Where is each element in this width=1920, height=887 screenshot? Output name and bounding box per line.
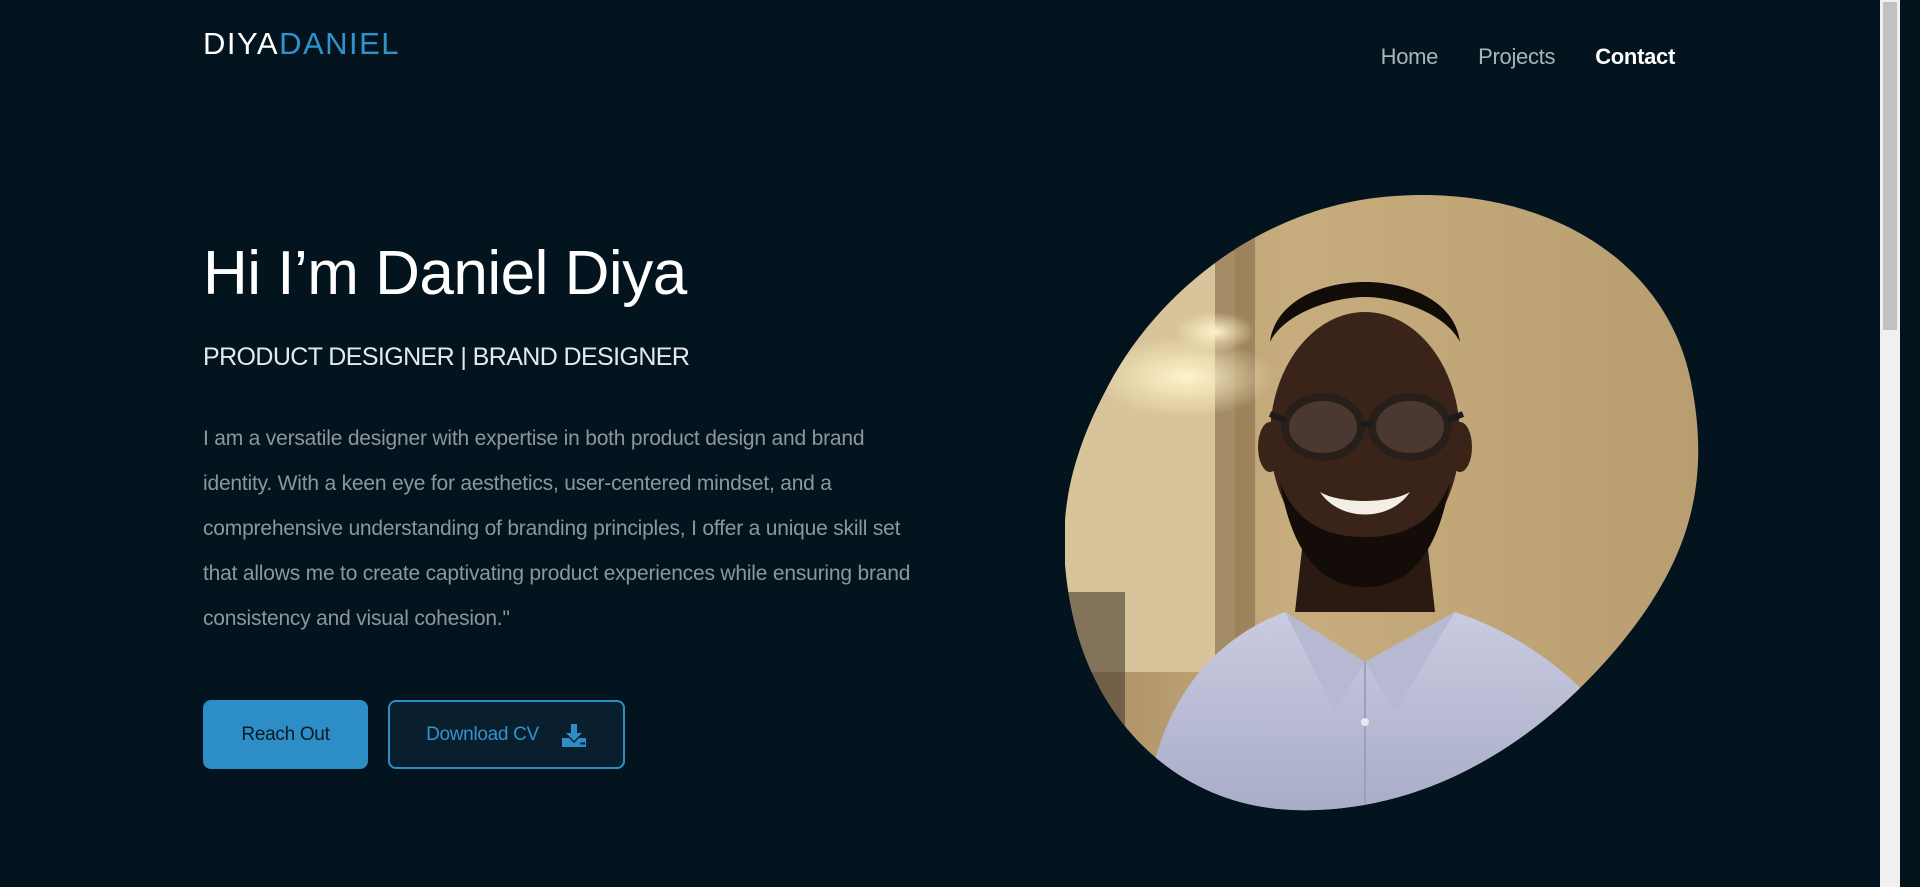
hero-subtitle: PRODUCT DESIGNER | BRAND DESIGNER — [203, 343, 690, 371]
profile-photo — [1065, 192, 1700, 815]
nav-contact[interactable]: Contact — [1595, 44, 1675, 70]
download-cv-button[interactable]: Download CV — [388, 700, 625, 769]
download-icon — [561, 722, 587, 748]
download-cv-label: Download CV — [426, 723, 539, 745]
page-scrollbar[interactable] — [1880, 0, 1900, 887]
nav-projects[interactable]: Projects — [1478, 44, 1555, 70]
site-logo[interactable]: DIYADANIEL — [203, 26, 400, 62]
portfolio-page: DIYADANIEL Home Projects Contact Hi I’m … — [0, 0, 1900, 887]
hero-actions: Reach Out Download CV — [203, 700, 625, 769]
hero-title: Hi I’m Daniel Diya — [203, 239, 687, 308]
reach-out-button[interactable]: Reach Out — [203, 700, 368, 769]
main-nav: Home Projects Contact — [1381, 44, 1676, 70]
nav-home[interactable]: Home — [1381, 44, 1439, 70]
reach-out-label: Reach Out — [241, 723, 330, 745]
logo-last-word: DANIEL — [279, 26, 401, 61]
logo-first-word: DIYA — [203, 26, 280, 61]
scrollbar-thumb[interactable] — [1883, 2, 1897, 330]
hero-bio: I am a versatile designer with expertise… — [203, 427, 911, 630]
